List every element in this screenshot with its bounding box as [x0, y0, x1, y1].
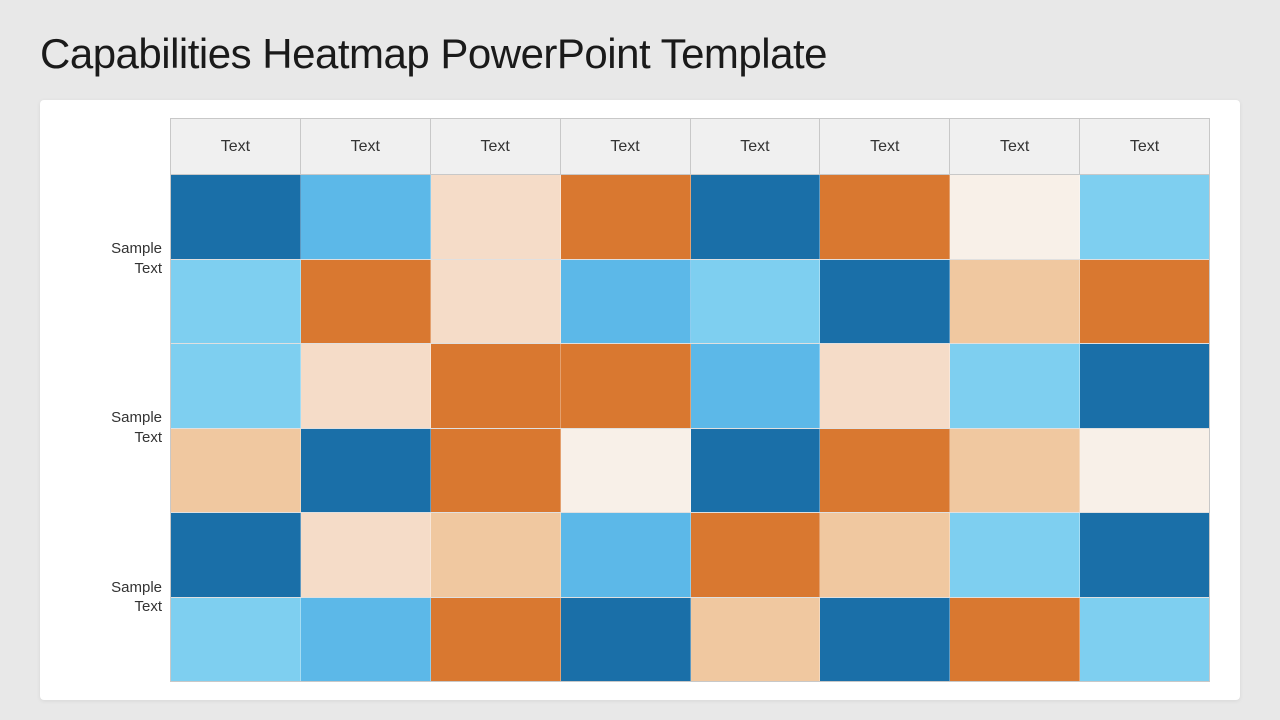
data-row-2-0	[171, 513, 1209, 598]
cell-2-0-0	[171, 513, 301, 597]
cell-2-1-4	[691, 598, 821, 682]
heatmap-wrapper: Sample TextSample TextSample Text TextTe…	[40, 100, 1240, 700]
cell-1-0-1	[301, 344, 431, 428]
cell-0-0-0	[171, 175, 301, 259]
row-labels: Sample TextSample TextSample Text	[60, 118, 170, 682]
header-row: TextTextTextTextTextTextTextText	[171, 119, 1209, 175]
cell-2-1-2	[431, 598, 561, 682]
cell-2-1-3	[561, 598, 691, 682]
cell-0-0-4	[691, 175, 821, 259]
cell-0-1-3	[561, 260, 691, 344]
cell-0-1-7	[1080, 260, 1209, 344]
cell-2-1-6	[950, 598, 1080, 682]
header-cell-0: Text	[171, 119, 301, 174]
slide-container: Sample TextSample TextSample Text TextTe…	[40, 100, 1240, 700]
data-rows	[171, 175, 1209, 681]
header-cell-6: Text	[950, 119, 1080, 174]
data-row-2-1	[171, 598, 1209, 682]
data-row-1-1	[171, 429, 1209, 514]
cell-2-0-7	[1080, 513, 1209, 597]
cell-0-1-2	[431, 260, 561, 344]
cell-2-0-3	[561, 513, 691, 597]
cell-0-1-1	[301, 260, 431, 344]
header-cell-5: Text	[820, 119, 950, 174]
cell-2-0-1	[301, 513, 431, 597]
cell-1-1-3	[561, 429, 691, 513]
heatmap-grid: TextTextTextTextTextTextTextText	[170, 118, 1210, 682]
cell-2-0-2	[431, 513, 561, 597]
cell-0-0-7	[1080, 175, 1209, 259]
cell-1-1-2	[431, 429, 561, 513]
cell-1-0-6	[950, 344, 1080, 428]
cell-1-1-1	[301, 429, 431, 513]
header-cell-7: Text	[1080, 119, 1209, 174]
data-row-0-1	[171, 260, 1209, 345]
cell-2-0-6	[950, 513, 1080, 597]
cell-2-0-5	[820, 513, 950, 597]
cell-1-0-5	[820, 344, 950, 428]
cell-0-1-4	[691, 260, 821, 344]
cell-1-0-3	[561, 344, 691, 428]
cell-1-0-0	[171, 344, 301, 428]
cell-0-0-1	[301, 175, 431, 259]
header-cell-2: Text	[431, 119, 561, 174]
cell-1-1-5	[820, 429, 950, 513]
page-title: Capabilities Heatmap PowerPoint Template	[40, 30, 1240, 78]
header-cell-1: Text	[301, 119, 431, 174]
cell-1-0-7	[1080, 344, 1209, 428]
cell-0-0-3	[561, 175, 691, 259]
cell-0-1-6	[950, 260, 1080, 344]
cell-1-1-7	[1080, 429, 1209, 513]
cell-1-1-0	[171, 429, 301, 513]
cell-0-0-6	[950, 175, 1080, 259]
cell-2-1-7	[1080, 598, 1209, 682]
row-label-2: Sample Text	[60, 513, 162, 682]
header-cell-3: Text	[561, 119, 691, 174]
data-row-0-0	[171, 175, 1209, 260]
row-label-1: Sample Text	[60, 343, 162, 512]
cell-2-1-1	[301, 598, 431, 682]
cell-0-0-5	[820, 175, 950, 259]
cell-0-1-5	[820, 260, 950, 344]
cell-2-1-5	[820, 598, 950, 682]
cell-2-1-0	[171, 598, 301, 682]
cell-1-1-4	[691, 429, 821, 513]
header-cell-4: Text	[691, 119, 821, 174]
cell-0-1-0	[171, 260, 301, 344]
cell-1-0-4	[691, 344, 821, 428]
cell-1-1-6	[950, 429, 1080, 513]
cell-2-0-4	[691, 513, 821, 597]
cell-1-0-2	[431, 344, 561, 428]
row-label-0: Sample Text	[60, 174, 162, 343]
cell-0-0-2	[431, 175, 561, 259]
data-row-1-0	[171, 344, 1209, 429]
